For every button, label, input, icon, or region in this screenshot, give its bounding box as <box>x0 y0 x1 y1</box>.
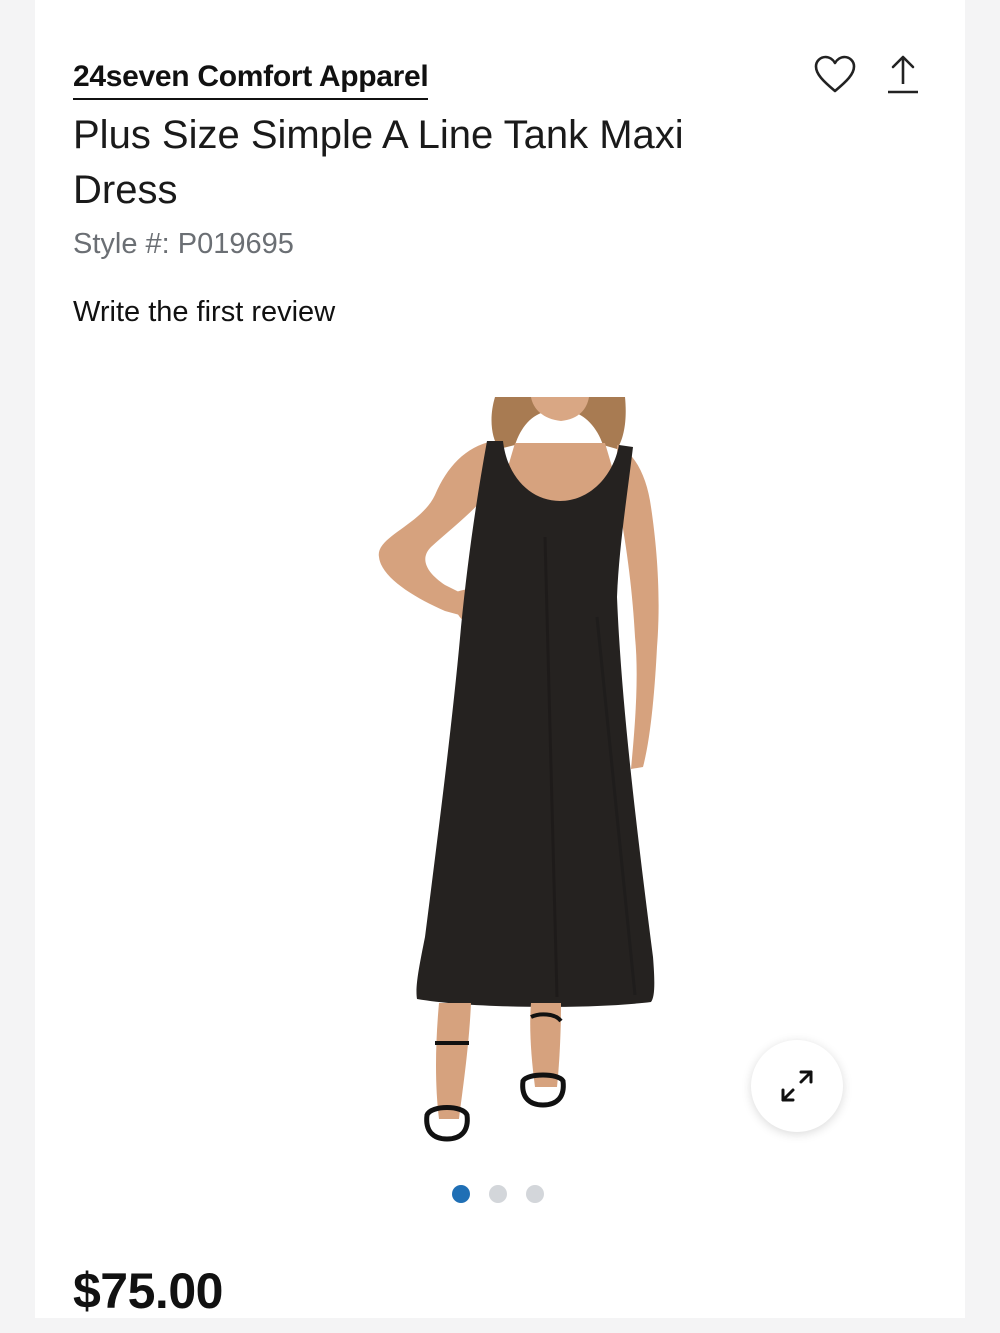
product-price: $75.00 <box>73 1263 223 1319</box>
expand-image-button[interactable] <box>751 1040 843 1132</box>
product-title: Plus Size Simple A Line Tank Maxi Dress <box>73 113 684 212</box>
carousel-dot-2[interactable] <box>489 1185 507 1203</box>
share-upload-icon <box>888 55 918 94</box>
brand-link[interactable]: 24seven Comfort Apparel <box>73 60 429 100</box>
expand-arrows-icon <box>781 1070 813 1102</box>
heart-outline-icon <box>814 55 856 93</box>
favorite-button[interactable] <box>813 52 857 96</box>
product-detail-page: 24seven Comfort Apparel Plus Size Simple… <box>35 0 965 1319</box>
carousel-dot-1[interactable] <box>452 1185 470 1203</box>
style-number: Style #: P019695 <box>73 228 294 260</box>
carousel-pagination <box>452 1185 544 1203</box>
product-image[interactable] <box>335 397 675 1142</box>
write-review-link[interactable]: Write the first review <box>73 296 335 329</box>
product-actions <box>813 52 925 96</box>
carousel-dot-3[interactable] <box>526 1185 544 1203</box>
share-button[interactable] <box>881 52 925 96</box>
